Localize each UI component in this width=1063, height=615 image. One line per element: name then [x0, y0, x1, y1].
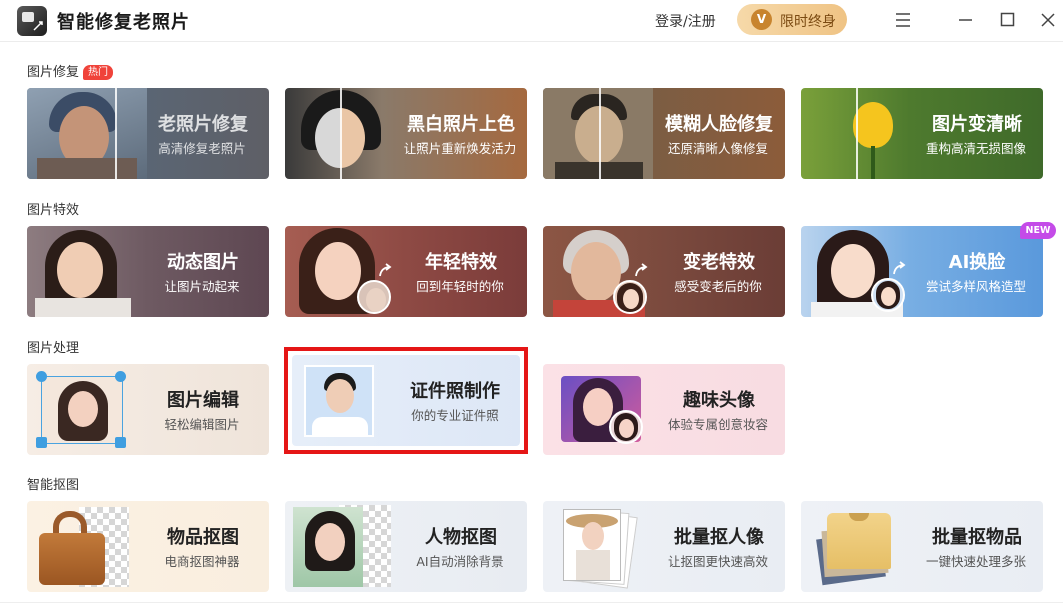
login-register-link[interactable]: 登录/注册 [655, 11, 716, 31]
arrow-up-icon [635, 263, 648, 277]
section-label: 图片处理 [27, 341, 80, 356]
card-face-repair[interactable]: 模糊人脸修复 还原清晰人像修复 [543, 88, 785, 179]
arrow-up-icon [893, 261, 906, 275]
section-label: 智能抠图 [27, 478, 80, 493]
card-subtitle: AI自动消除背景 [416, 554, 504, 569]
handbag-photo [35, 509, 109, 587]
card-object-cutout[interactable]: 物品抠图 电商抠图神器 [27, 501, 269, 592]
card-person-cutout[interactable]: 人物抠图 AI自动消除背景 [285, 501, 527, 592]
section-title-repair: 图片修复 热门 [27, 61, 114, 80]
card-younger[interactable]: 年轻特效 回到年轻时的你 [285, 226, 527, 317]
card-title: 图片编辑 [167, 390, 239, 411]
card-sharpen[interactable]: 图片变清晰 重构高清无损图像 [801, 88, 1043, 179]
section-label: 图片特效 [27, 203, 80, 218]
avatar-thumbnail [609, 410, 643, 444]
batch-person-photo [563, 509, 621, 581]
card-title: 模糊人脸修复 [665, 114, 773, 135]
card-subtitle: 让图片动起来 [164, 279, 240, 294]
card-title: 证件照制作 [410, 381, 500, 402]
title-bar: 智能修复老照片 登录/注册 V 限时终身 [0, 0, 1063, 42]
section-label: 图片修复 [27, 65, 80, 80]
section-title-effects: 图片特效 [27, 199, 79, 218]
card-image-edit[interactable]: 图片编辑 轻松编辑图片 [27, 364, 269, 455]
card-title: 变老特效 [683, 252, 755, 273]
card-subtitle: 重构高清无损图像 [925, 141, 1026, 156]
card-title: 黑白照片上色 [407, 114, 515, 135]
maximize-icon[interactable] [995, 8, 1019, 32]
crop-handle-icon [36, 437, 47, 448]
card-older[interactable]: 变老特效 感受变老后的你 [543, 226, 785, 317]
card-subtitle: 让照片重新焕发活力 [403, 141, 517, 156]
close-icon[interactable] [1036, 8, 1060, 32]
card-subtitle: 感受变老后的你 [674, 279, 762, 294]
app-logo-icon [17, 6, 47, 36]
card-batch-person[interactable]: 批量抠人像 让抠图更快速高效 [543, 501, 785, 592]
card-title: 批量抠物品 [932, 527, 1022, 548]
card-batch-object[interactable]: 批量抠物品 一键快速处理多张 [801, 501, 1043, 592]
hot-badge: 热门 [83, 65, 114, 80]
color-handle-icon [115, 371, 126, 382]
card-subtitle: 尝试多样风格造型 [925, 279, 1026, 294]
vip-button-label: 限时终身 [780, 14, 836, 30]
thinking-woman-photo [27, 226, 139, 317]
card-subtitle: 还原清晰人像修复 [667, 141, 768, 156]
section-title-processing: 图片处理 [27, 337, 79, 356]
card-subtitle: 轻松编辑图片 [164, 417, 240, 432]
vip-lifetime-button[interactable]: V 限时终身 [737, 4, 847, 35]
edit-preview-photo [41, 376, 123, 444]
tshirt-photo [827, 513, 891, 569]
card-title: 图片变清晰 [932, 114, 1022, 135]
person-cutout-photo [293, 507, 363, 587]
card-title: 动态图片 [167, 252, 239, 273]
new-badge: NEW [1020, 222, 1056, 239]
resize-handle-icon [115, 437, 126, 448]
face-swap-thumbnail [871, 278, 905, 312]
rotate-handle-icon [36, 371, 47, 382]
vip-crown-icon: V [751, 9, 772, 30]
section-title-cutout: 智能抠图 [27, 474, 79, 493]
card-title: 趣味头像 [683, 390, 755, 411]
young-face-thumbnail [613, 280, 647, 314]
card-title: 年轻特效 [425, 252, 497, 273]
minimize-icon[interactable] [953, 8, 977, 32]
card-title: 老照片修复 [158, 114, 248, 135]
footer-divider [0, 602, 1063, 603]
card-subtitle: 电商抠图神器 [164, 554, 240, 569]
card-title: 批量抠人像 [674, 527, 764, 548]
card-id-photo[interactable]: 证件照制作 你的专业证件照 [292, 355, 520, 446]
older-face-thumbnail [357, 280, 391, 314]
card-title: AI换脸 [948, 252, 1006, 273]
card-animate[interactable]: 动态图片 让图片动起来 [27, 226, 269, 317]
card-subtitle: 让抠图更快速高效 [667, 554, 768, 569]
app-title: 智能修复老照片 [57, 12, 190, 33]
card-subtitle: 高清修复老照片 [158, 141, 246, 156]
card-colorize[interactable]: 黑白照片上色 让照片重新焕发活力 [285, 88, 527, 179]
card-old-photo-repair[interactable]: 老照片修复 高清修复老照片 [27, 88, 269, 179]
card-face-swap[interactable]: NEW AI换脸 尝试多样风格造型 [801, 222, 1056, 317]
menu-icon[interactable] [891, 8, 915, 32]
card-subtitle: 回到年轻时的你 [416, 279, 504, 294]
card-fun-avatar[interactable]: 趣味头像 体验专属创意妆容 [543, 364, 785, 455]
card-subtitle: 体验专属创意妆容 [667, 417, 768, 432]
card-subtitle: 你的专业证件照 [411, 408, 499, 423]
old-woman-photo [27, 88, 147, 179]
id-photo-preview [304, 365, 374, 437]
card-title: 人物抠图 [425, 527, 497, 548]
card-title: 物品抠图 [167, 527, 239, 548]
card-subtitle: 一键快速处理多张 [925, 554, 1026, 569]
boy-portrait-photo [543, 88, 653, 179]
